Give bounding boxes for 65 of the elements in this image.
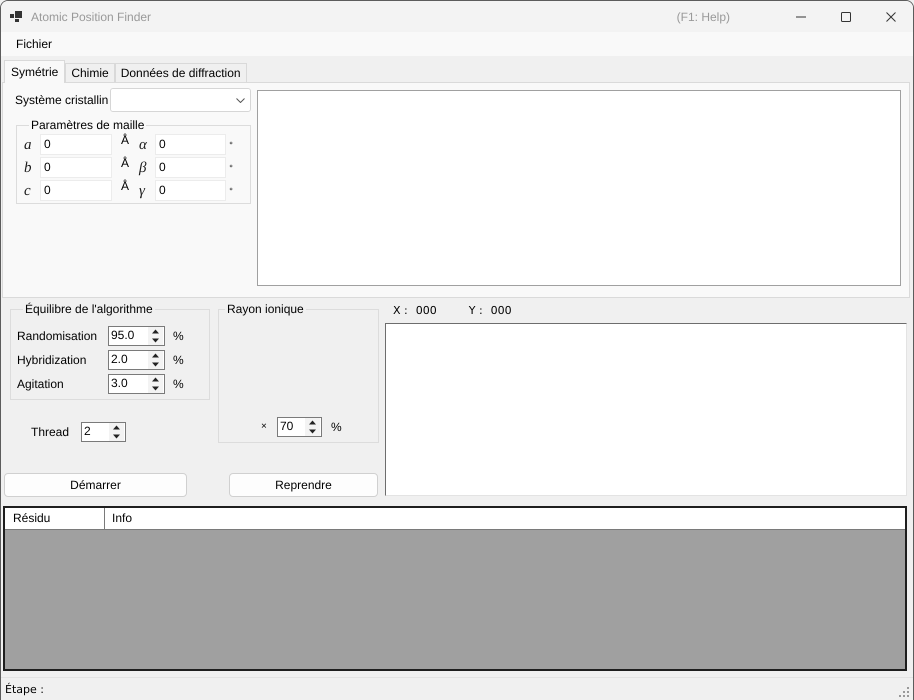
window-title: Atomic Position Finder — [31, 10, 152, 24]
unit-label: ° — [228, 162, 234, 174]
resize-grip-icon[interactable] — [899, 687, 909, 697]
unit-label: Å — [120, 157, 130, 169]
column-header[interactable]: Résidu — [5, 508, 105, 529]
multiply-label: × — [261, 420, 267, 434]
unit-label: Å — [120, 180, 130, 192]
group-title: Équilibre de l'algorithme — [24, 302, 154, 316]
input-field[interactable]: 0 — [155, 157, 226, 178]
unit-label: ° — [228, 184, 234, 196]
maximize-icon[interactable] — [840, 12, 850, 22]
coordinate-label: Y : — [468, 304, 483, 316]
field-label: Système cristallin — [15, 93, 108, 107]
symbol-label: a — [23, 136, 32, 154]
spin-field[interactable]: 2.0 — [108, 350, 165, 370]
input-field[interactable]: 0 — [40, 134, 112, 155]
spin-down-icon[interactable] — [148, 336, 163, 345]
spin-up-icon[interactable] — [148, 351, 163, 360]
unit-label: % — [173, 377, 184, 391]
chevron-down-icon[interactable] — [236, 98, 245, 102]
symbol-label: γ — [138, 182, 146, 200]
menu-item[interactable]: Fichier — [9, 34, 60, 54]
group-title: Rayon ionique — [226, 302, 305, 316]
coordinate-label: X : — [393, 304, 408, 316]
field-label: Agitation — [17, 377, 65, 391]
field-label: Thread — [31, 424, 70, 438]
spin-field[interactable]: 2 — [81, 422, 126, 442]
symbol-label: α — [138, 136, 148, 154]
field-label: Randomisation — [17, 329, 98, 343]
close-icon[interactable] — [886, 12, 896, 22]
spin-down-icon[interactable] — [305, 427, 320, 436]
unit-label: Å — [120, 134, 130, 146]
spin-field[interactable]: 3.0 — [108, 374, 165, 394]
coordinate-value: 000 — [490, 304, 512, 316]
tab[interactable]: Chimie — [65, 63, 115, 82]
spin-up-icon[interactable] — [148, 375, 163, 384]
input-field[interactable]: 0 — [155, 134, 226, 155]
spin-up-icon[interactable] — [109, 422, 124, 432]
symbol-label: b — [23, 158, 32, 176]
unit-label: ° — [228, 138, 234, 150]
spin-up-icon[interactable] — [305, 418, 320, 427]
spin-up-icon[interactable] — [148, 327, 163, 336]
unit-label: % — [331, 419, 342, 436]
start-button[interactable]: Démarrer — [4, 473, 187, 497]
input-field[interactable]: 0 — [40, 180, 112, 201]
tab[interactable]: Symétrie — [4, 60, 66, 83]
field-label: Hybridization — [17, 353, 88, 367]
resume-button[interactable]: Reprendre — [229, 473, 378, 497]
spin-field[interactable]: 95.0 — [108, 326, 165, 346]
unit-label: % — [173, 353, 184, 367]
symbol-label: β — [138, 158, 148, 176]
coordinate-value: 000 — [416, 304, 437, 316]
symbol-label: c — [23, 182, 32, 200]
column-header[interactable]: Info — [105, 508, 905, 529]
spin-field[interactable]: 70 — [277, 417, 322, 437]
spin-down-icon[interactable] — [148, 360, 163, 369]
input-field[interactable]: 0 — [40, 157, 112, 178]
input-field[interactable]: 0 — [155, 180, 226, 201]
blocks-icon — [10, 11, 22, 22]
tab[interactable]: Données de diffraction — [114, 63, 247, 82]
status-label: Étape : — [5, 682, 44, 696]
group-title: Paramètres de maille — [30, 118, 146, 132]
help-hint: (F1: Help) — [676, 10, 730, 24]
spin-down-icon[interactable] — [148, 384, 163, 393]
unit-label: % — [173, 329, 184, 343]
